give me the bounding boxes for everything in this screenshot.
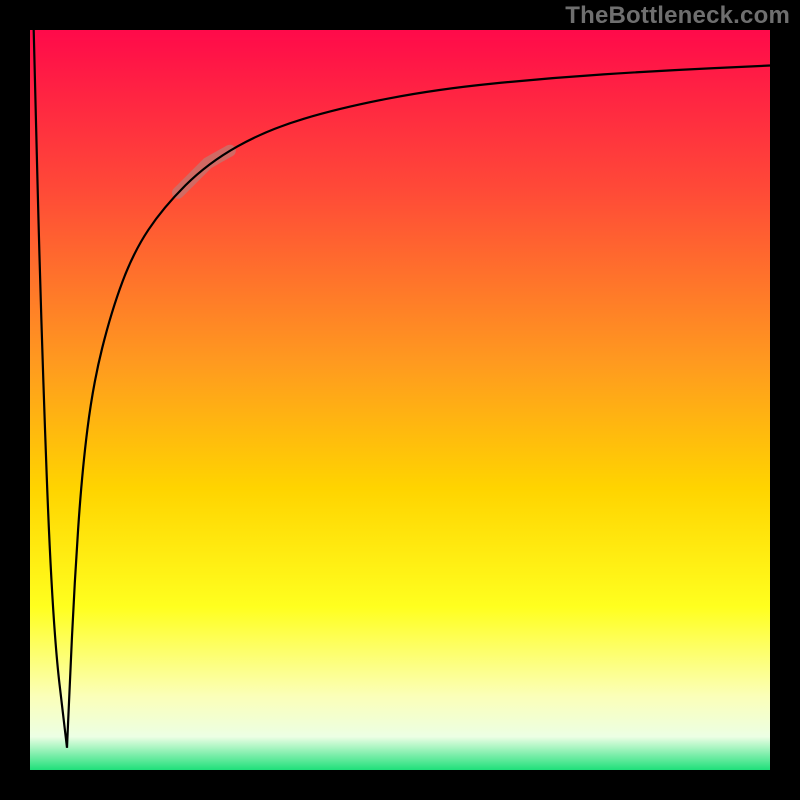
chart-plot-area: [30, 30, 770, 770]
chart-background: [30, 30, 770, 770]
watermark-text: TheBottleneck.com: [565, 2, 790, 30]
chart-svg: [30, 30, 770, 770]
